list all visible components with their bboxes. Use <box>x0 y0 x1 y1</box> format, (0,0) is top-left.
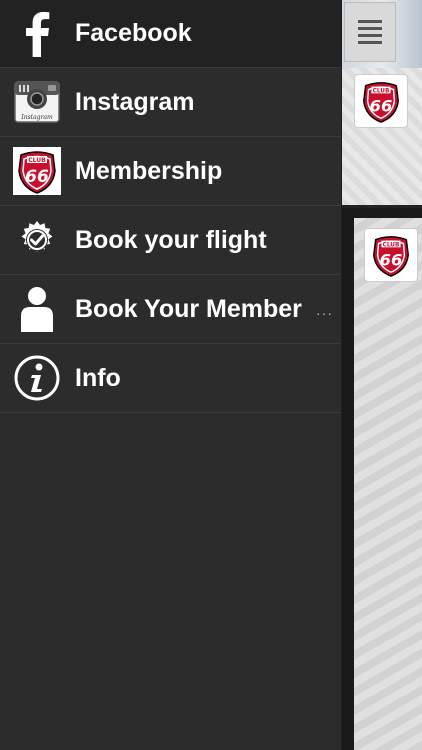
svg-text:Instagram: Instagram <box>20 114 53 121</box>
menu-label: Instagram <box>75 87 195 116</box>
svg-text:CLUB: CLUB <box>28 157 46 164</box>
hamburger-icon-line <box>358 27 382 30</box>
club66-logo-thumbnail[interactable]: CLUB 66 <box>364 228 418 282</box>
hamburger-icon-line <box>358 41 382 44</box>
menu-item-book-membership[interactable]: Book Your Member ··· <box>0 275 341 344</box>
menu-label: Info <box>75 363 121 392</box>
menu-label: Book your flight <box>75 225 267 254</box>
menu-item-membership[interactable]: CLUB 66 Membership <box>0 137 341 206</box>
hamburger-icon-line <box>358 34 382 37</box>
menu-label: Book Your Member <box>75 294 302 323</box>
svg-text:CLUB: CLUB <box>383 242 400 248</box>
menu-item-facebook[interactable]: Facebook <box>0 0 341 68</box>
club66-logo-icon: CLUB 66 <box>11 145 63 197</box>
truncation-marker: ··· <box>316 305 333 321</box>
club66-logo-thumbnail[interactable]: CLUB 66 <box>354 74 408 128</box>
person-icon <box>11 283 63 335</box>
club66-logo-icon: CLUB 66 <box>363 82 399 123</box>
menu-label: Membership <box>75 156 223 185</box>
checkmark-badge-icon <box>11 214 63 266</box>
svg-text:66: 66 <box>25 167 49 187</box>
app-screen: Facebook Instagram Instagram CLUB 66 Mem… <box>0 0 422 750</box>
menu-label: Facebook <box>75 19 192 47</box>
content-panel-bottom <box>354 218 422 750</box>
svg-text:CLUB: CLUB <box>373 88 390 94</box>
menu-item-info[interactable]: Info <box>0 344 341 413</box>
side-drawer: Facebook Instagram Instagram CLUB 66 Mem… <box>0 0 342 750</box>
hamburger-icon-line <box>358 20 382 23</box>
hamburger-menu-button[interactable] <box>344 2 396 62</box>
svg-text:66: 66 <box>380 251 403 270</box>
instagram-icon: Instagram <box>11 76 63 128</box>
menu-item-book-flight[interactable]: Book your flight <box>0 206 341 275</box>
facebook-icon <box>11 8 63 60</box>
svg-text:66: 66 <box>370 97 393 116</box>
main-content-peek[interactable]: CLUB 66 CLUB 66 <box>342 0 422 750</box>
menu-item-instagram[interactable]: Instagram Instagram <box>0 68 341 137</box>
info-icon <box>11 352 63 404</box>
club66-logo-icon: CLUB 66 <box>373 236 409 277</box>
